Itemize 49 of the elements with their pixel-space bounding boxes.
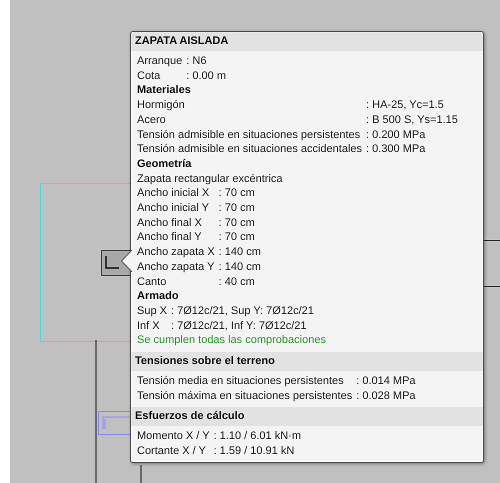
field-value: : N6 bbox=[186, 54, 208, 69]
field-label: Acero bbox=[137, 112, 167, 128]
group-heading: Armado bbox=[137, 289, 180, 304]
field-value: : B 500 S, Ys=1.15 bbox=[366, 112, 458, 128]
field-value: : 0.028 MPa bbox=[356, 388, 416, 404]
group-heading: Materiales bbox=[137, 83, 192, 98]
section-title: Tensiones sobre el terreno bbox=[131, 352, 483, 372]
field-label: Arranque bbox=[137, 54, 182, 69]
field-label: Tensión media en situaciones persistentes bbox=[137, 374, 345, 389]
field-label: Cortante X / Y bbox=[137, 444, 207, 459]
description-text: Zapata rectangular excéntrica bbox=[137, 172, 284, 186]
wall-line bbox=[483, 240, 500, 241]
field-value: : 70 cm bbox=[218, 216, 256, 230]
field-value: : 140 cm bbox=[218, 260, 261, 275]
field-value: : 1.59 / 10.91 kN bbox=[214, 444, 296, 459]
field-value: : 7Ø12c/21, Inf Y: 7Ø12c/21 bbox=[170, 318, 308, 334]
field-label: Hormigón bbox=[137, 98, 186, 113]
field-label: Momento X / Y bbox=[137, 429, 210, 444]
field-value: : 0.200 MPa bbox=[366, 128, 426, 142]
field-label: Canto bbox=[137, 274, 168, 290]
field-value: : 70 cm bbox=[218, 201, 256, 216]
wall-line bbox=[483, 286, 500, 287]
field-label: Ancho final X bbox=[137, 216, 203, 230]
field-value: : 140 cm bbox=[218, 245, 261, 260]
field-value: : HA-25, Yc=1.5 bbox=[366, 98, 445, 113]
field-value: : 70 cm bbox=[218, 186, 256, 202]
field-value: : 0.00 m bbox=[186, 68, 226, 84]
field-value: : 0.300 MPa bbox=[366, 142, 426, 157]
field-label: Ancho inicial X bbox=[137, 186, 210, 202]
field-value: : 40 cm bbox=[218, 274, 256, 290]
field-value: : 1.10 / 6.01 kN·m bbox=[214, 429, 301, 444]
field-value: : 70 cm bbox=[218, 230, 256, 246]
section-title: Esfuerzos de cálculo bbox=[131, 407, 483, 426]
field-label: Inf X bbox=[137, 318, 161, 334]
field-label: Tensión admisible en situaciones accidentales bbox=[137, 142, 362, 157]
field-label: Ancho final Y bbox=[137, 230, 203, 246]
field-label: Ancho zapata Y bbox=[137, 260, 215, 275]
section-title: ZAPATA AISLADA bbox=[131, 32, 483, 51]
field-label: Tensión admisible en situaciones persistentes bbox=[137, 128, 362, 142]
field-label: Tensión máxima en situaciones persistentes bbox=[137, 388, 352, 404]
status-message: Se cumplen todas las comprobaciones bbox=[137, 333, 327, 348]
field-value: : 7Ø12c/21, Sup Y: 7Ø12c/21 bbox=[170, 304, 314, 319]
beam-line bbox=[140, 465, 142, 483]
field-value: : 0.014 MPa bbox=[356, 374, 416, 389]
field-label: Ancho inicial Y bbox=[137, 201, 210, 216]
field-label: Ancho zapata X bbox=[137, 245, 215, 260]
group-heading: Geometría bbox=[137, 156, 192, 172]
field-label: Cota bbox=[137, 68, 162, 84]
field-label: Sup X bbox=[137, 304, 167, 319]
